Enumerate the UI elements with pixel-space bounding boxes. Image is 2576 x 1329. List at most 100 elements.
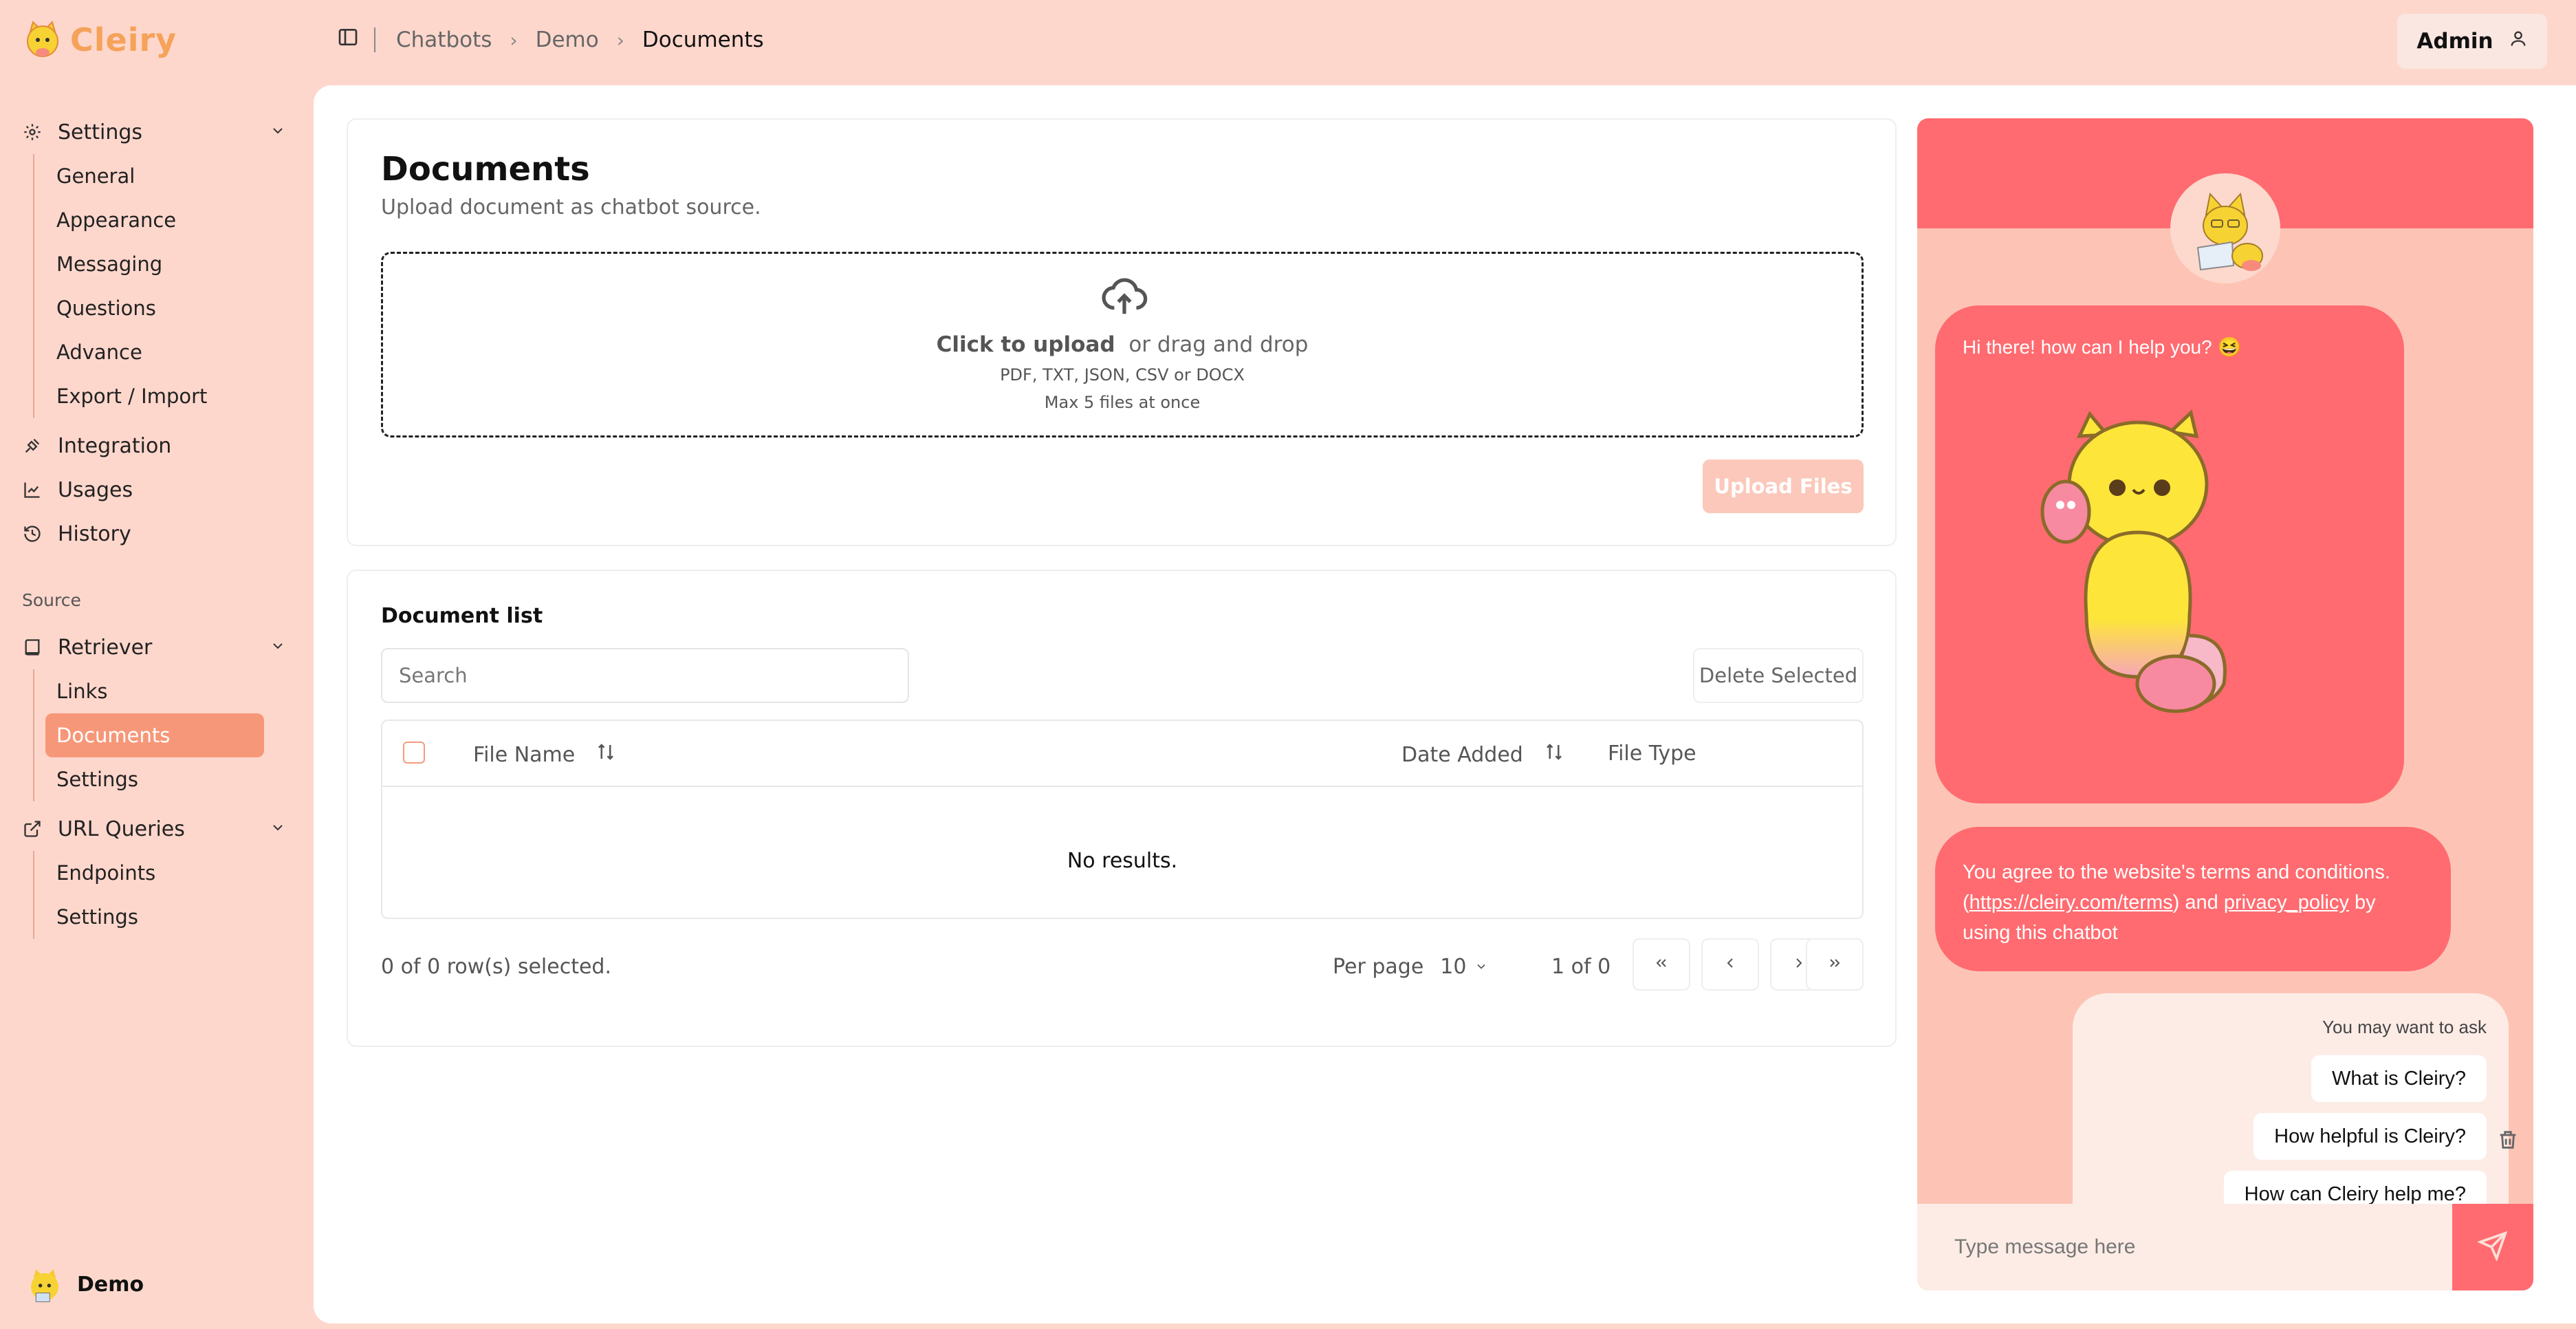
column-label: File Name [473, 742, 576, 767]
waving-cat-sticker [2040, 409, 2227, 713]
plug-icon [21, 434, 44, 457]
chevron-right-icon [1791, 955, 1807, 974]
suggestion-chip[interactable]: What is Cleiry? [2311, 1055, 2487, 1102]
chevron-down-icon [1474, 955, 1488, 979]
sidebar-toggle-icon[interactable] [337, 26, 359, 54]
column-file-name[interactable]: File Name [473, 742, 616, 768]
sidebar-item-integration[interactable]: Integration [21, 424, 296, 468]
bot-message-greeting: Hi there! how can I help you? 😆 [1935, 305, 2404, 803]
chat-input-bar [1917, 1204, 2533, 1290]
divider [374, 28, 375, 52]
last-page-button[interactable] [1806, 938, 1864, 991]
prev-page-button[interactable] [1701, 938, 1759, 991]
external-link-icon [21, 817, 44, 841]
upload-card: Documents Upload document as chatbot sou… [347, 118, 1897, 546]
terms-and: and [2185, 892, 2218, 914]
suggestion-chip[interactable]: How helpful is Cleiry? [2253, 1113, 2487, 1160]
profile-name: Demo [77, 1272, 144, 1297]
drag-drop-text: or drag and drop [1128, 332, 1309, 357]
sidebar-item-usages[interactable]: Usages [21, 468, 296, 512]
suggested-questions: You may want to ask What is Cleiry? How … [2073, 993, 2509, 1227]
trash-icon[interactable] [2496, 1128, 2520, 1154]
chevron-down-icon [270, 636, 286, 660]
suggested-title: You may want to ask [2322, 1017, 2487, 1037]
sidebar-item-retriever[interactable]: Retriever [21, 625, 296, 669]
privacy-link[interactable]: privacy_policy [2224, 892, 2349, 914]
sidebar-item-label: Retriever [58, 635, 153, 660]
settings-subnav: General Appearance Messaging Questions A… [33, 154, 296, 418]
per-page-control: Per page 10 [1333, 955, 1488, 979]
select-all-checkbox[interactable] [403, 742, 425, 764]
per-page-label: Per page [1333, 955, 1424, 979]
column-date-added[interactable]: Date Added [1401, 742, 1564, 768]
empty-state: No results. [1067, 849, 1178, 873]
main-panel: Documents Upload document as chatbot sou… [314, 85, 2576, 1323]
document-list-title: Document list [381, 604, 543, 628]
sidebar-item-label: History [58, 521, 131, 546]
admin-label: Admin [2416, 29, 2493, 54]
breadcrumb-chatbots[interactable]: Chatbots [396, 28, 492, 52]
dropzone-text: Click to upload or drag and drop [383, 332, 1862, 357]
sidebar-item-url-queries[interactable]: URL Queries [21, 807, 296, 851]
sidebar-item-general[interactable]: General [45, 154, 264, 198]
brand-logo[interactable]: Cleiry [21, 18, 177, 62]
document-table: File Name Date Added File Type No result… [381, 720, 1864, 919]
sidebar-item-advance[interactable]: Advance [45, 330, 264, 374]
sort-icon [596, 742, 616, 768]
sidebar-item-settings[interactable]: Settings [21, 110, 296, 154]
retriever-subnav: Links Documents Settings [33, 669, 296, 801]
click-to-upload-text: Click to upload [936, 332, 1115, 357]
chatbot-preview: Hi there! how can I help you? 😆 You agre… [1917, 118, 2533, 1290]
column-label: Date Added [1401, 742, 1523, 767]
dropzone-formats: PDF, TXT, JSON, CSV or DOCX [1000, 365, 1245, 385]
gear-icon [21, 120, 44, 144]
breadcrumb-demo[interactable]: Demo [536, 28, 599, 52]
page-title: Documents [381, 150, 590, 188]
chevron-left-icon [1722, 955, 1738, 974]
per-page-value: 10 [1440, 955, 1467, 979]
sidebar-item-documents[interactable]: Documents [45, 713, 264, 757]
sidebar-item-endpoints[interactable]: Endpoints [45, 851, 264, 895]
terms-prefix: You agree to the website's terms and con… [1963, 861, 2390, 883]
chevron-right-icon: › [510, 28, 518, 52]
chart-icon [21, 478, 44, 501]
per-page-select[interactable]: 10 [1440, 955, 1488, 979]
chevrons-left-icon [1653, 955, 1670, 974]
sidebar-item-label: Integration [58, 433, 172, 458]
delete-selected-button[interactable]: Delete Selected [1693, 648, 1864, 703]
sidebar-item-history[interactable]: History [21, 512, 296, 556]
chat-message-input[interactable] [1917, 1204, 2452, 1290]
profile-switcher[interactable]: Demo [25, 1264, 144, 1304]
terms-link[interactable]: https://cleiry.com/terms [1969, 892, 2173, 914]
chevron-right-icon: › [616, 28, 624, 52]
send-button[interactable] [2452, 1204, 2533, 1290]
admin-menu-button[interactable]: Admin [2397, 14, 2547, 69]
first-page-button[interactable] [1633, 938, 1690, 991]
user-icon [2509, 29, 2528, 54]
greeting-text: Hi there! how can I help you? 😆 [1963, 336, 2242, 358]
page-indicator: 1 of 0 [1551, 955, 1611, 979]
sidebar-item-url-settings[interactable]: Settings [45, 895, 264, 939]
table-header: File Name Date Added File Type [382, 721, 1862, 787]
sidebar-item-messaging[interactable]: Messaging [45, 242, 264, 286]
brand-name: Cleiry [70, 21, 177, 58]
avatar [25, 1264, 65, 1304]
cloud-upload-icon [1100, 272, 1148, 323]
sidebar-nav: Settings General Appearance Messaging Qu… [21, 110, 296, 939]
upload-files-button[interactable]: Upload Files [1703, 460, 1864, 513]
sidebar-item-questions[interactable]: Questions [45, 286, 264, 330]
breadcrumb-current: Documents [642, 28, 764, 52]
sidebar-item-export-import[interactable]: Export / Import [45, 374, 264, 418]
search-input[interactable] [381, 648, 909, 703]
sort-icon [1544, 742, 1564, 768]
rows-selected-text: 0 of 0 row(s) selected. [381, 955, 612, 979]
bot-message-terms: You agree to the website's terms and con… [1935, 827, 2451, 971]
file-dropzone[interactable]: Click to upload or drag and drop PDF, TX… [381, 252, 1864, 437]
column-label: File Type [1608, 742, 1696, 766]
sidebar-item-appearance[interactable]: Appearance [45, 198, 264, 242]
document-list-card: Document list Delete Selected File Name … [347, 570, 1897, 1047]
book-icon [21, 636, 44, 659]
sidebar-item-retriever-settings[interactable]: Settings [45, 757, 264, 801]
sidebar-item-links[interactable]: Links [45, 669, 264, 713]
url-queries-subnav: Endpoints Settings [33, 851, 296, 939]
